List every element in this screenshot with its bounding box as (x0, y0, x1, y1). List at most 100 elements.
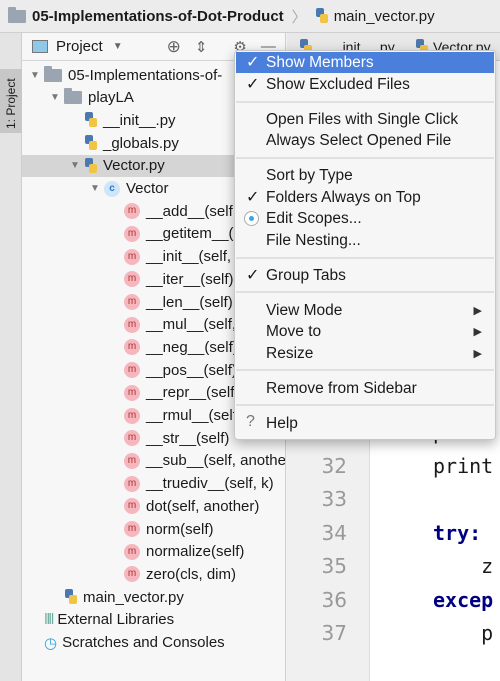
method-icon: m (124, 225, 140, 242)
python-file-icon (84, 135, 98, 151)
method-icon: m (124, 543, 140, 560)
tree-item[interactable]: m norm(self) (22, 518, 285, 540)
menu-separator (236, 257, 494, 259)
expand-arrow-icon[interactable]: ▼ (90, 183, 104, 194)
method-icon: m (124, 362, 140, 379)
tree-item-label: __sub__(self, anothe (145, 452, 286, 470)
line-number: 37 (321, 621, 347, 645)
check-icon: ✓ (246, 267, 260, 284)
menu-item-label: Group Tabs (266, 266, 346, 284)
tree-item[interactable]: m zero(cls, dim) (22, 563, 285, 585)
menu-item-label: Folders Always on Top (266, 188, 421, 206)
tree-item[interactable]: m normalize(self) (22, 541, 285, 563)
libraries-icon: ‖‖ (44, 611, 55, 629)
menu-item[interactable]: ✓ Show Members (236, 52, 494, 73)
menu-item-label: Help (266, 414, 298, 432)
tree-item-label: __len__(self) (146, 293, 233, 311)
line-number: 36 (321, 587, 347, 612)
method-icon: m (124, 384, 140, 401)
tree-item[interactable]: main_vector.py (22, 586, 285, 608)
menu-item-label: Open Files with Single Click (266, 110, 459, 128)
menu-item-label: Move to (266, 322, 322, 340)
submenu-arrow-icon: ▶ (473, 305, 482, 317)
check-icon: ✓ (246, 189, 260, 206)
menu-item[interactable]: ✓ Show Excluded Files (236, 74, 494, 95)
tree-item-label: dot(self, another) (146, 497, 260, 515)
tree-item-label: Vector (126, 180, 169, 197)
tree-item-label: _globals.py (103, 134, 179, 152)
tree-item[interactable]: ‖‖ External Libraries (22, 609, 285, 631)
menu-item-label: Show Members (266, 53, 374, 71)
menu-item[interactable]: Sort by Type (236, 165, 494, 186)
menu-item[interactable]: Always Select Opened File (236, 130, 494, 151)
menu-item[interactable]: ✓ Folders Always on Top (236, 187, 494, 208)
tree-item[interactable]: m __truediv__(self, k) (22, 473, 285, 495)
method-icon: m (124, 407, 140, 424)
chevron-down-icon[interactable]: ▼ (113, 41, 123, 52)
tree-item-label: playLA (88, 89, 134, 107)
menu-item[interactable]: Edit Scopes... (236, 208, 494, 229)
check-icon: ✓ (246, 76, 260, 93)
tree-item[interactable]: m __sub__(self, anothe (22, 450, 286, 472)
breadcrumb-project[interactable]: 05-Implementations-of-Dot-Product (32, 8, 284, 25)
project-view-selector[interactable]: Project (56, 38, 103, 55)
project-tool-tab[interactable]: 1: Project (0, 69, 22, 133)
tree-item[interactable]: m dot(self, another) (22, 495, 285, 517)
method-icon: m (124, 271, 140, 288)
code-line: excep (433, 587, 494, 612)
tree-item[interactable]: ◷ Scratches and Consoles (22, 632, 285, 654)
method-icon: m (124, 248, 140, 265)
breadcrumb: 05-Implementations-of-Dot-Product 〉 main… (0, 0, 500, 33)
class-icon: c (104, 180, 120, 197)
menu-item-label: File Nesting... (266, 231, 361, 249)
menu-item-label: Show Excluded Files (266, 75, 410, 93)
python-file-icon (84, 157, 98, 174)
project-view-icon (32, 40, 48, 53)
locate-icon[interactable]: ⊕ (167, 37, 181, 57)
menu-item-label: Resize (266, 344, 314, 362)
menu-item[interactable]: ? Help (236, 413, 494, 434)
menu-item[interactable]: Remove from Sidebar (236, 378, 494, 399)
question-icon: ? (246, 413, 255, 430)
expand-arrow-icon[interactable]: ▼ (70, 160, 84, 171)
breadcrumb-file[interactable]: main_vector.py (334, 8, 435, 25)
tree-item-label: normalize(self) (146, 543, 245, 561)
expand-arrow-icon[interactable]: ▼ (30, 70, 44, 81)
check-icon: ✓ (246, 54, 260, 71)
line-number: 33 (321, 487, 347, 511)
method-icon: m (124, 521, 140, 537)
tree-item-label: __iter__(self) (146, 270, 234, 288)
radio-icon (244, 211, 259, 226)
tree-item-label: Vector.py (103, 157, 165, 175)
tree-item-label: Scratches and Consoles (62, 634, 225, 651)
method-icon: m (123, 452, 140, 469)
method-icon: m (124, 566, 140, 583)
tree-item-label: zero(cls, dim) (146, 565, 237, 583)
method-icon: m (124, 203, 140, 220)
menu-item[interactable]: ✓ Group Tabs (236, 265, 494, 286)
tree-item-label: main_vector.py (83, 588, 184, 606)
menu-item[interactable]: View Mode ▶ (236, 300, 494, 321)
menu-separator (236, 101, 494, 103)
submenu-arrow-icon: ▶ (473, 326, 482, 338)
tree-item-label: External Libraries (57, 611, 175, 629)
menu-item-label: View Mode (266, 301, 343, 319)
menu-item-label: Edit Scopes... (266, 209, 362, 227)
line-number: 34 (321, 520, 347, 545)
folder-icon (44, 65, 62, 82)
line-number: 32 (321, 453, 347, 478)
tree-item-label: __pos__(self) (146, 361, 237, 379)
menu-item[interactable]: Resize ▶ (236, 343, 494, 364)
tree-item-label: __init__.py (103, 111, 176, 129)
python-file-icon (64, 589, 78, 605)
python-file-icon (84, 112, 98, 128)
tree-item-label: __repr__(self (146, 384, 235, 402)
menu-item[interactable]: File Nesting... (236, 230, 494, 251)
collapse-all-icon[interactable]: ⇕ (195, 38, 208, 56)
scratches-icon: ◷ (44, 634, 58, 652)
menu-item[interactable]: Open Files with Single Click (236, 109, 494, 130)
menu-item[interactable]: Move to ▶ (236, 321, 494, 342)
folder-icon (64, 88, 82, 105)
expand-arrow-icon[interactable]: ▼ (50, 92, 64, 103)
menu-item-label: Always Select Opened File (266, 131, 452, 149)
